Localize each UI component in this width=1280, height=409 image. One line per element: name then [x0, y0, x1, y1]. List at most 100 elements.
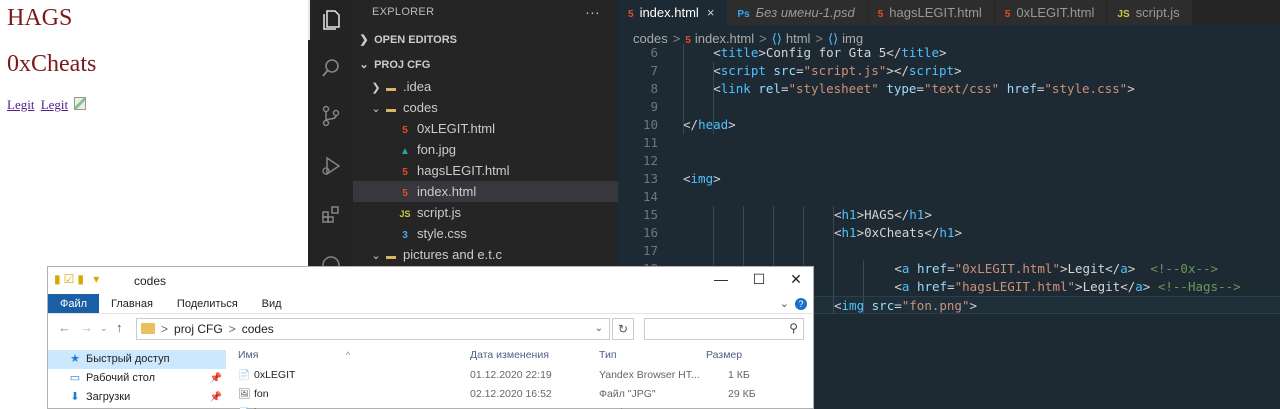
code-line[interactable]: 17	[618, 242, 1280, 260]
extensions-icon[interactable]	[308, 195, 353, 235]
file-row[interactable]: 📄 hagsLEGIT 01.12.2020 22:18 Yandex Browser…	[238, 404, 813, 409]
code-line[interactable]: 9	[618, 98, 1280, 116]
ribbon-tab-file[interactable]: Файл	[48, 294, 100, 313]
source-control-icon[interactable]	[308, 96, 353, 136]
help-icon[interactable]: ?	[795, 298, 807, 310]
tree-item[interactable]: ❯ ▬ .idea	[353, 76, 618, 97]
path-part-proj-cfg[interactable]: proj CFG	[174, 322, 223, 336]
run-debug-icon[interactable]	[308, 146, 353, 186]
code-line[interactable]: 10 </head>	[618, 116, 1280, 134]
file-row[interactable]: 🖼 fon 02.12.2020 16:52 Файл "JPG" 29 КБ	[238, 385, 813, 404]
editor-tab[interactable]: 5 index.html ×	[618, 0, 728, 25]
editor-tab[interactable]: 5 0xLEGIT.html	[994, 0, 1108, 25]
quick-access-toolbar-icon[interactable]: ▮☑▮ ▾	[54, 272, 102, 286]
search-input[interactable]: ⚲	[644, 318, 804, 340]
column-name[interactable]: Имя	[238, 345, 258, 366]
forward-arrow-icon[interactable]: →	[80, 320, 93, 335]
file-size: 29 КБ	[728, 388, 756, 400]
tree-item-label: codes	[403, 100, 438, 115]
line-number: 15	[642, 207, 658, 222]
close-tab-icon[interactable]: ×	[707, 5, 715, 20]
tree-item[interactable]: ▲ fon.jpg	[353, 139, 618, 160]
code-line[interactable]: 11	[618, 134, 1280, 152]
editor-tab-label: hagsLEGIT.html	[889, 5, 982, 20]
code-line[interactable]: 8 <link rel="stylesheet" type="text/css" …	[618, 80, 1280, 98]
nav-pane-label: Загрузки	[86, 391, 131, 403]
tree-item-label: 0xLEGIT.html	[417, 121, 496, 136]
file-list-header: ^ Имя Дата изменения Тип Размер	[238, 345, 813, 366]
editor-tab[interactable]: 5 hagsLEGIT.html	[867, 0, 995, 25]
refresh-icon[interactable]: ↻	[612, 318, 634, 340]
tree-item[interactable]: 5 hagsLEGIT.html	[353, 160, 618, 181]
column-date[interactable]: Дата изменения	[470, 345, 549, 366]
html-file-icon: 5	[1004, 9, 1011, 20]
more-actions-icon[interactable]: ···	[585, 0, 600, 24]
tree-item[interactable]: 5 0xLEGIT.html	[353, 118, 618, 139]
code-line[interactable]: 7 <script src="script.js"></script>	[618, 62, 1280, 80]
project-section[interactable]: ⌄ PROJ CFG	[353, 54, 618, 76]
tree-item-label: fon.jpg	[417, 142, 457, 157]
code-line[interactable]: 6 <title>Config for Gta 5</title>	[618, 44, 1280, 62]
ribbon-tab-home[interactable]: Главная	[99, 294, 165, 313]
chevron-down-icon: ⌄	[371, 103, 381, 115]
address-input[interactable]: > proj CFG > codes ⌄	[136, 318, 610, 340]
nav-pane-item[interactable]: ▭ Рабочий стол 📌	[48, 369, 226, 388]
minimize-button[interactable]: —	[706, 271, 736, 287]
code-line[interactable]: 15 <h1>HAGS</h1>	[618, 206, 1280, 224]
indent-guide	[833, 206, 834, 314]
project-label: PROJ CFG	[374, 59, 431, 71]
ribbon-tab-view[interactable]: Вид	[250, 294, 294, 313]
line-number: 13	[642, 171, 658, 186]
code-line[interactable]: 14	[618, 188, 1280, 206]
pin-icon[interactable]: 📌	[210, 388, 222, 407]
explorer-titlebar: ▮☑▮ ▾ codes — ☐ ✕	[48, 267, 813, 294]
pin-icon[interactable]: 📌	[210, 369, 222, 388]
ribbon-expand-icon[interactable]: ⌄	[780, 298, 789, 310]
file-name: fon	[254, 388, 269, 400]
path-part-codes[interactable]: codes	[242, 322, 274, 336]
ribbon-tab-share[interactable]: Поделиться	[165, 294, 250, 313]
tree-item[interactable]: JS script.js	[353, 202, 618, 223]
nav-pane-item[interactable]: ★ Быстрый доступ	[48, 350, 226, 369]
close-button[interactable]: ✕	[781, 271, 811, 288]
preview-link-hagslegit[interactable]: Legit	[41, 97, 68, 112]
file-size: 1 КБ	[728, 369, 750, 381]
path-separator: >	[228, 322, 236, 336]
recent-dropdown-icon[interactable]: ⌄	[100, 323, 108, 334]
tree-item[interactable]: 3 style.css	[353, 223, 618, 244]
tree-item[interactable]: 5 index.html	[353, 181, 618, 202]
html-file-icon: 5	[402, 167, 408, 178]
preview-heading-0xcheats: 0xCheats	[7, 51, 97, 77]
line-number: 8	[650, 81, 658, 96]
address-dropdown-icon[interactable]: ⌄	[595, 319, 603, 339]
column-size[interactable]: Размер	[706, 345, 742, 366]
chevron-right-icon: ❯	[371, 82, 381, 94]
code-line[interactable]: 12	[618, 152, 1280, 170]
back-arrow-icon[interactable]: ←	[58, 320, 71, 335]
html-file-icon: 5	[402, 188, 408, 199]
line-number: 16	[642, 225, 658, 240]
image-file-icon: ▲	[400, 146, 410, 157]
tree-item[interactable]: ⌄ ▬ pictures and e.t.c	[353, 244, 618, 265]
tree-item-label: pictures and e.t.c	[403, 247, 502, 262]
search-icon[interactable]	[308, 48, 353, 88]
maximize-button[interactable]: ☐	[744, 271, 774, 288]
file-type: Yandex Browser HT...	[599, 404, 700, 409]
path-separator: >	[161, 322, 169, 336]
up-arrow-icon[interactable]: ↑	[116, 320, 123, 335]
editor-tab[interactable]: Ps Без имени-1.psd	[727, 0, 868, 25]
preview-link-0xlegit[interactable]: Legit	[7, 97, 34, 112]
file-row[interactable]: 📄 0xLEGIT 01.12.2020 22:19 Yandex Browser H…	[238, 366, 813, 385]
open-editors-section[interactable]: ❯ OPEN EDITORS	[353, 26, 618, 54]
code-line[interactable]: 13 <img>	[618, 170, 1280, 188]
editor-tab[interactable]: JS script.js	[1107, 0, 1193, 25]
nav-pane-label: Рабочий стол	[86, 372, 156, 384]
nav-pane-item[interactable]: ⬇ Загрузки 📌	[48, 388, 226, 407]
files-icon[interactable]	[308, 0, 353, 40]
code-line[interactable]: 16 <h1>0xCheats</h1>	[618, 224, 1280, 242]
code-text: <a href="hagsLEGIT.html">Legit</a> <!--H…	[894, 279, 1241, 294]
column-type[interactable]: Тип	[599, 345, 617, 366]
chevron-down-icon: ⌄	[359, 59, 369, 71]
line-number: 14	[642, 189, 658, 204]
tree-item[interactable]: ⌄ ▬ codes	[353, 97, 618, 118]
